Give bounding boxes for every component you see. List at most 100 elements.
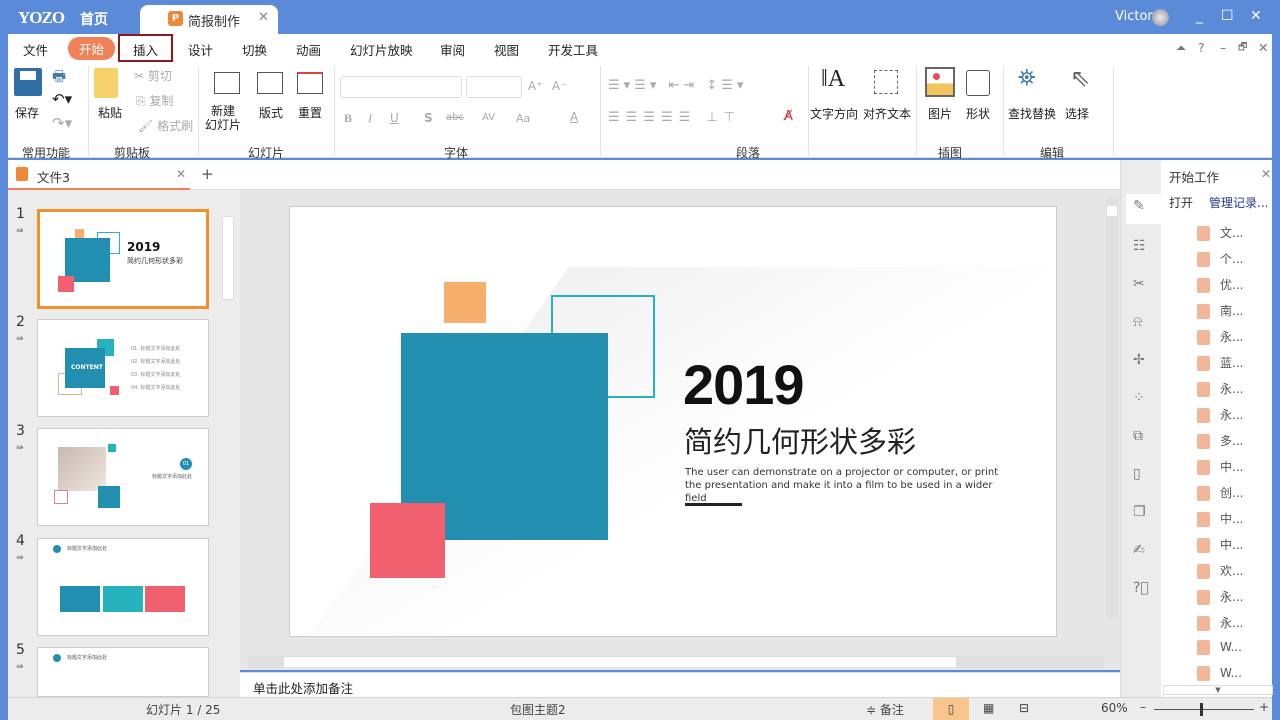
recent-file-item[interactable]: 永... [1197,614,1243,631]
notes-toggle[interactable]: ≑ 备注 [866,701,904,718]
zoom-slider-thumb[interactable] [1200,703,1203,716]
tools-icon[interactable]: ✂ [1133,276,1145,292]
file-icon[interactable]: ▯ [1133,466,1141,482]
recent-file-item[interactable]: 中... [1197,458,1243,475]
close-tab-icon[interactable]: ✕ [258,10,269,25]
copy-icon[interactable]: ❐ [1133,504,1146,520]
slide-title[interactable]: 简约几何形状多彩 [684,419,916,461]
minimize-button[interactable]: _ [1196,8,1203,24]
pinwheel-icon[interactable]: ✢ [1133,352,1145,368]
vertical-scrollbar[interactable] [1106,198,1118,618]
doc-minimize-icon[interactable]: – [1220,40,1226,55]
avatar[interactable] [1152,9,1169,26]
task-pane-close-icon[interactable]: ✕ [1261,167,1271,181]
paste-icon[interactable] [94,68,118,98]
reset-button[interactable]: 重置 [298,104,322,121]
paste-button[interactable]: 粘贴 [98,104,122,121]
save-button[interactable]: 保存 [15,104,39,121]
list-buttons[interactable]: ☰▾☰▾ ⇤⇥ ↕☰▾ [608,78,747,93]
zoom-out-button[interactable]: – [1140,700,1146,714]
find-replace-button[interactable]: 查找替换 [1008,105,1056,122]
menu-transition[interactable]: 切换 [242,40,267,59]
redo-icon[interactable]: ↷▾ [52,114,72,132]
zoom-slider[interactable] [1154,709,1254,710]
undo-icon[interactable]: ↶▾ [52,90,72,108]
bold-button[interactable]: B [344,111,352,126]
help-icon[interactable]: ?⃝ [1133,580,1149,596]
resize-icon[interactable]: ⧉ [1133,428,1143,444]
layout-button[interactable]: 版式 [259,104,283,121]
print-icon[interactable]: 🖶 [52,66,66,91]
scroll-down-button[interactable]: ▼ [1163,685,1273,695]
new-slide-button[interactable]: 新建 幻灯片 [205,104,241,132]
format-painter-button[interactable]: 🖌 格式刷 [138,117,193,134]
new-slide-icon[interactable] [214,72,240,94]
shape-button[interactable]: 形状 [966,105,990,122]
user-name[interactable]: Victor [1115,9,1153,24]
slide-body[interactable]: The user can demonstrate on a projector … [685,466,1005,505]
recent-file-item[interactable]: 欢... [1197,562,1243,579]
recent-file-item[interactable]: 中... [1197,536,1243,553]
recent-file-item[interactable]: 优... [1197,276,1243,293]
recent-file-item[interactable]: 创... [1197,484,1243,501]
recent-file-item[interactable]: W... [1197,666,1242,681]
thumbnail-scrollbar[interactable] [222,216,234,300]
menu-animation[interactable]: 动画 [296,40,321,59]
recent-file-item[interactable]: 文... [1197,224,1243,241]
menu-review[interactable]: 审阅 [440,40,465,59]
strikethrough-button[interactable]: abc [446,112,464,123]
grow-font-button[interactable]: A⁺ [528,79,543,93]
align-text-button[interactable]: 对齐文本 [863,105,911,122]
slide-thumbnail-2[interactable]: CONTENT 01. 标题文字添加此处 02. 标题文字添加此处 03. 标题… [37,319,209,417]
shadow-button[interactable]: S [424,111,433,125]
notes-area[interactable]: 单击此处添加备注 [240,672,1120,697]
menu-start[interactable]: 开始 [68,37,115,60]
add-tab-button[interactable]: + [201,165,214,183]
shape-icon[interactable] [966,70,990,96]
close-doc-icon[interactable]: ✕ [176,167,186,181]
menu-design[interactable]: 设计 [188,40,213,59]
reading-view-icon[interactable]: ⊟ [1019,701,1029,715]
recent-file-item[interactable]: 中... [1197,510,1243,527]
pencil-icon[interactable]: ✎ [1133,198,1145,214]
doc-tab-file3[interactable]: 文件3 ✕ [8,160,190,190]
copy-button[interactable]: ⎘ 复制 [136,92,173,109]
slide-thumbnail-5[interactable]: 标题文字添加此处 [37,647,209,697]
layout-icon[interactable] [257,72,283,94]
align-text-icon[interactable] [874,70,898,94]
close-button[interactable]: ✕ [1250,8,1262,24]
zoom-in-button[interactable]: + [1259,700,1269,714]
recent-file-item[interactable]: 南... [1197,302,1243,319]
recent-file-item[interactable]: 个... [1197,250,1243,267]
text-direction-button[interactable]: 文字方向 [810,105,858,122]
open-link[interactable]: 打开 [1169,194,1193,211]
slide-thumbnail-1[interactable]: 2019 简约几何形状多彩 [37,209,209,309]
select-button[interactable]: 选择 [1065,105,1089,122]
text-direction-icon[interactable]: ‖A [821,66,845,93]
app-tab-presentation[interactable]: P 简报制作 ✕ [140,5,278,35]
menu-view[interactable]: 视图 [494,40,519,59]
doc-restore-icon[interactable]: 🗗 [1238,40,1247,57]
picture-button[interactable]: 图片 [928,105,952,122]
reset-icon[interactable] [297,72,323,94]
grid-icon[interactable]: ⁘ [1133,390,1145,406]
slide-thumbnail-3[interactable]: 01 标题文字添加此处 [37,428,209,526]
recent-file-item[interactable]: 多... [1197,432,1243,449]
recent-file-item[interactable]: W... [1197,640,1242,655]
change-case-button[interactable]: Aa [516,112,530,125]
sliders-icon[interactable]: ☷ [1133,238,1146,254]
slide-year[interactable]: 2019 [683,352,804,417]
recent-file-item[interactable]: 永... [1197,588,1243,605]
manage-records-link[interactable]: 管理记录... [1209,194,1268,211]
help-icon[interactable]: ? [1198,40,1205,55]
menu-insert[interactable]: 插入 [118,34,173,62]
zoom-level[interactable]: 60% [1101,701,1128,715]
recent-file-item[interactable]: 永... [1197,406,1243,423]
shrink-font-button[interactable]: A⁻ [552,79,567,93]
horizontal-scrollbar[interactable] [248,656,1104,668]
home-tab[interactable]: 首页 [80,9,108,29]
recent-file-item[interactable]: 永... [1197,328,1243,345]
bell-icon[interactable]: ⍾ [1133,314,1142,330]
binoculars-icon[interactable]: ⛯ [1018,66,1036,91]
save-icon[interactable] [14,68,42,96]
